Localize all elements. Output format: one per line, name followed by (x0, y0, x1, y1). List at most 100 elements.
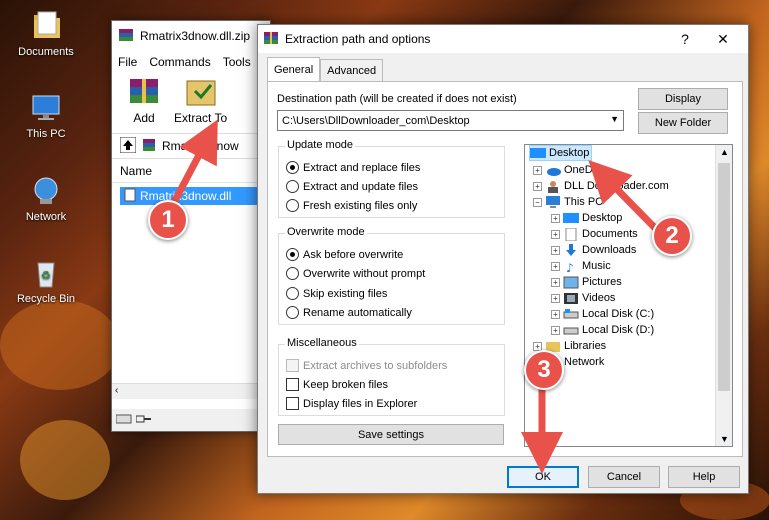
extract-to-button[interactable]: Extract To (174, 75, 227, 125)
expand-icon[interactable]: + (551, 293, 560, 303)
expand-icon[interactable]: + (551, 277, 560, 287)
radio-button[interactable] (286, 248, 299, 261)
overwrite-mode-title: Overwrite mode (285, 226, 367, 238)
radio-overwrite-without-prompt[interactable]: Overwrite without prompt (286, 267, 425, 280)
menu-tools[interactable]: Tools (223, 55, 251, 69)
desktop-icon-this-pc[interactable]: This PC (8, 92, 84, 140)
destination-path-value: C:\Users\DllDownloader_com\Desktop (282, 114, 470, 127)
add-label: Add (133, 111, 155, 125)
winrar-menubar: File Commands Tools (112, 51, 270, 73)
radio-button[interactable] (286, 267, 299, 280)
scroll-left-icon[interactable]: ‹ (115, 385, 118, 396)
expand-icon[interactable]: + (551, 309, 560, 319)
radio-extract-update[interactable]: Extract and update files (286, 180, 418, 193)
help-title-button[interactable]: ? (668, 25, 702, 53)
music-icon: ♪ (563, 260, 579, 275)
tree-item-videos[interactable]: + Videos (551, 290, 615, 306)
tree-item-local-disk-c[interactable]: + Local Disk (C:) (551, 306, 654, 322)
expand-icon[interactable]: + (551, 229, 560, 239)
key-icon (135, 414, 152, 427)
horizontal-scrollbar[interactable]: ‹ (112, 383, 270, 399)
winrar-titlebar[interactable]: Rmatrix3dnow.dll.zip (112, 21, 270, 51)
svg-text:♻: ♻ (41, 269, 51, 282)
file-row[interactable]: Rmatrix3dnow.dll (120, 187, 268, 205)
winrar-logo-icon (263, 30, 279, 49)
expand-icon[interactable]: + (551, 245, 560, 255)
new-folder-button[interactable]: New Folder (638, 112, 728, 134)
help-button[interactable]: Help (668, 466, 740, 488)
display-button[interactable]: Display (638, 88, 728, 110)
cancel-button[interactable]: Cancel (588, 466, 660, 488)
radio-button[interactable] (286, 180, 299, 193)
radio-fresh-existing[interactable]: Fresh existing files only (286, 199, 417, 212)
expand-icon[interactable]: + (551, 325, 560, 335)
tree-label: Local Disk (D:) (582, 324, 655, 336)
expand-icon[interactable]: + (533, 165, 542, 175)
tree-item-downloads[interactable]: + Downloads (551, 242, 636, 258)
tree-item-onedrive[interactable]: + OneDrive (533, 162, 610, 178)
tree-item-desktop[interactable]: Desktop (529, 145, 593, 161)
tree-item-music[interactable]: + ♪ Music (551, 258, 611, 275)
tree-label: DLL Downloader.com (564, 180, 669, 192)
tree-label: Pictures (582, 276, 622, 288)
up-folder-icon[interactable] (119, 136, 137, 156)
tree-item-documents[interactable]: + Documents (551, 226, 638, 242)
checkbox-display-in-explorer[interactable]: Display files in Explorer (286, 397, 417, 410)
winrar-address-bar[interactable]: Rmatrix3dnow (112, 133, 270, 159)
radio-button[interactable] (286, 199, 299, 212)
tree-item-local-disk-d[interactable]: + Local Disk (D:) (551, 322, 654, 338)
radio-skip-existing[interactable]: Skip existing files (286, 287, 387, 300)
expand-icon[interactable]: + (551, 213, 560, 223)
desktop-icon-documents[interactable]: Documents (8, 10, 84, 58)
step-2-badge: 2 (652, 216, 692, 256)
close-button[interactable]: ✕ (706, 25, 740, 53)
desktop-icon-label: Network (25, 211, 67, 223)
radio-button[interactable] (286, 306, 299, 319)
collapse-icon[interactable]: − (533, 197, 542, 207)
update-mode-title: Update mode (285, 139, 356, 151)
desktop-icon-label: Recycle Bin (16, 293, 76, 305)
add-archive-icon (124, 75, 164, 109)
expand-icon[interactable]: + (551, 261, 560, 271)
tree-item-user[interactable]: + DLL Downloader.com (533, 178, 669, 194)
tree-item-pc-desktop[interactable]: + Desktop (551, 210, 622, 226)
option-label: Extract and replace files (303, 161, 421, 174)
checkbox[interactable] (286, 397, 299, 410)
expand-icon[interactable]: + (533, 181, 542, 191)
checkbox[interactable] (286, 378, 299, 391)
checkbox[interactable] (286, 359, 299, 372)
radio-button[interactable] (286, 161, 299, 174)
scrollbar-thumb[interactable] (718, 163, 730, 391)
tree-item-pictures[interactable]: + Pictures (551, 274, 622, 290)
destination-path-combo[interactable]: C:\Users\DllDownloader_com\Desktop ▼ (277, 110, 624, 131)
tree-label: Videos (582, 292, 616, 304)
save-settings-button[interactable]: Save settings (278, 424, 504, 445)
chevron-down-icon[interactable]: ▼ (720, 434, 729, 444)
radio-ask-before-overwrite[interactable]: Ask before overwrite (286, 248, 403, 261)
tab-advanced[interactable]: Advanced (320, 59, 384, 81)
option-label: Overwrite without prompt (303, 267, 426, 280)
radio-extract-replace[interactable]: Extract and replace files (286, 161, 420, 174)
radio-rename-automatically[interactable]: Rename automatically (286, 306, 412, 319)
checkbox-extract-subfolders[interactable]: Extract archives to subfolders (286, 359, 447, 372)
menu-file[interactable]: File (118, 55, 137, 69)
chevron-down-icon[interactable]: ▼ (610, 114, 619, 124)
menu-commands[interactable]: Commands (149, 55, 210, 69)
desktop-icon-recycle-bin[interactable]: ♻ Recycle Bin (8, 257, 84, 305)
checkbox-keep-broken[interactable]: Keep broken files (286, 378, 388, 391)
tree-vertical-scrollbar[interactable]: ▲ ▼ (715, 145, 732, 446)
column-header-name[interactable]: Name (112, 159, 270, 183)
folder-tree[interactable]: Desktop + OneDrive + DLL Downloader.com − T… (524, 144, 733, 447)
tree-label: OneDrive (564, 164, 611, 176)
drive-icon (563, 308, 579, 321)
ok-button[interactable]: OK (507, 466, 579, 488)
desktop-icon-network[interactable]: Network (8, 175, 84, 223)
chevron-up-icon[interactable]: ▲ (720, 147, 729, 157)
step-1-badge: 1 (148, 200, 188, 240)
tab-general[interactable]: General (267, 57, 321, 81)
add-button[interactable]: Add (124, 75, 164, 125)
radio-button[interactable] (286, 287, 299, 300)
dialog-titlebar[interactable]: Extraction path and options ? ✕ (258, 25, 748, 53)
tree-item-this-pc[interactable]: − This PC (533, 194, 603, 210)
tree-label: This PC (564, 196, 604, 208)
